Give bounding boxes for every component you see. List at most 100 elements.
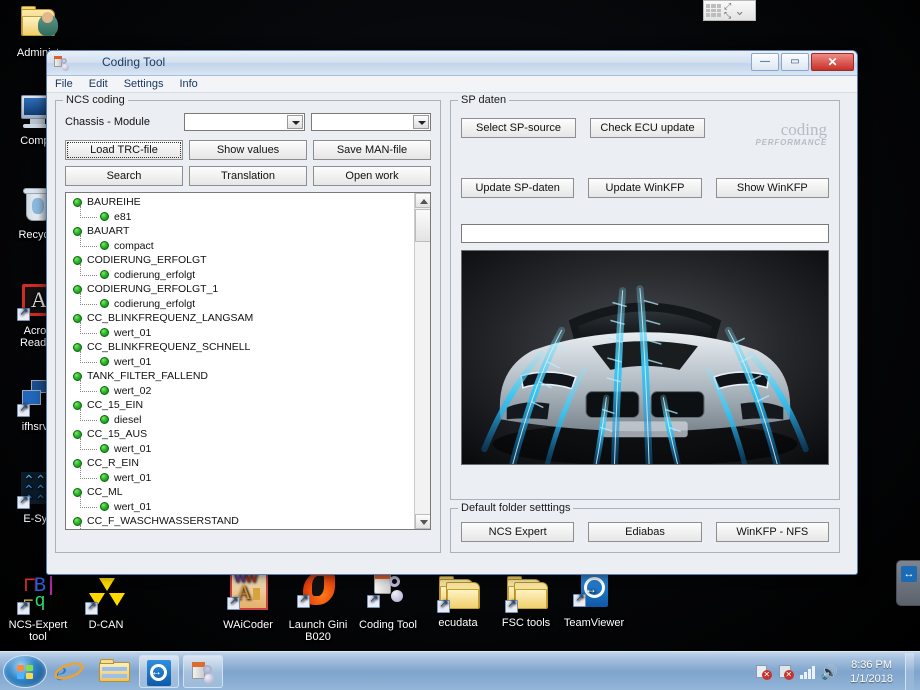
chevron-down-icon[interactable]: ⌄ [734, 4, 745, 17]
chevron-down-icon[interactable] [412, 115, 429, 129]
tree-node-child[interactable]: wert_01 [66, 524, 414, 529]
tree-scrollbar[interactable] [414, 193, 430, 529]
taskbar-item-windows-explorer[interactable] [95, 655, 135, 688]
maximize-button[interactable]: ▭ [781, 53, 809, 71]
clock[interactable]: 8:36 PM 1/1/2018 [844, 658, 899, 686]
show-winkfp-button[interactable]: Show WinKFP [715, 178, 829, 198]
ediabas-button[interactable]: Ediabas [588, 522, 702, 542]
windows-start-orb-icon[interactable] [3, 654, 47, 688]
tree-node-parent[interactable]: CC_BLINKFREQUENZ_SCHNELL [66, 340, 414, 355]
tree-node-parent[interactable]: CODIERUNG_ERFOLGT_1 [66, 282, 414, 297]
taskbar: e ↔ ✕ ✕ 🔊 8:36 PM 1/1/2018 [0, 651, 920, 690]
tree-node-child[interactable]: wert_01 [66, 321, 414, 341]
teamviewer-edge-widget[interactable]: ↔ [896, 560, 920, 606]
tree-node-child[interactable]: e81 [66, 205, 414, 225]
tree-node-parent[interactable]: TANK_FILTER_FALLEND [66, 369, 414, 384]
menu-item-settings[interactable]: Settings [124, 78, 164, 90]
tree-node-value: compact [114, 239, 154, 252]
fullscreen-icon[interactable]: ⤢ ⤡ [724, 1, 731, 20]
tree-node-parent[interactable]: CC_F_WASCHWASSERSTAND [66, 514, 414, 529]
desktop-icon-coding-tool[interactable]: Coding Tool [352, 570, 424, 631]
desktop-icon-label: Launch Gini B020 [288, 619, 348, 643]
tree-bullet-icon [100, 212, 109, 222]
desktop-icon-d-can[interactable]: D-CAN [70, 576, 142, 631]
tree-node-parent[interactable]: CC_15_EIN [66, 398, 414, 413]
desktop-icon-launch-gini[interactable]: Launch Gini B020 [282, 570, 354, 643]
tree-node-parent[interactable]: BAUREIHE [66, 195, 414, 210]
scroll-up-arrow-icon[interactable] [415, 193, 430, 208]
scrollbar-thumb[interactable] [415, 209, 430, 242]
safely-remove-icon[interactable]: ✕ [778, 664, 794, 680]
user-folder-icon [17, 4, 59, 44]
waicoder-icon: W W A [227, 570, 269, 616]
default-folder-button-row: NCS Expert Ediabas WinKFP - NFS [461, 522, 829, 542]
tree-node-child[interactable]: wert_01 [66, 466, 414, 486]
coding-tool-window: ... Coding Tool — ▭ ✕ File Edit Settings… [46, 50, 858, 575]
update-winkfp-button[interactable]: Update WinKFP [588, 178, 702, 198]
taskbar-item-internet-explorer[interactable]: e [51, 655, 91, 688]
update-sp-daten-button[interactable]: Update SP-daten [461, 178, 575, 198]
menu-item-info[interactable]: Info [179, 78, 197, 90]
left-panel: NCS coding Chassis - Module Load TRC-fil… [55, 94, 441, 566]
action-center-icon[interactable]: ✕ [755, 664, 772, 680]
tree-node-parent[interactable]: CC_BLINKFREQUENZ_LANGSAM [66, 311, 414, 326]
save-man-file-button[interactable]: Save MAN-file [313, 140, 431, 160]
coding-tree-items: BAUREIHE e81 BAUART compact CODIERUNG_ERFOLG… [66, 195, 414, 529]
close-button[interactable]: ✕ [811, 53, 854, 71]
scroll-down-arrow-icon[interactable] [415, 514, 430, 529]
tree-node-parent[interactable]: CC_15_AUS [66, 427, 414, 442]
tree-node-child[interactable]: wert_01 [66, 495, 414, 515]
volume-icon[interactable]: 🔊 [821, 665, 838, 679]
capture-toolbar[interactable]: ⤢ ⤡ ⌄ [703, 0, 756, 21]
taskbar-item-coding-tool[interactable] [183, 654, 223, 688]
sp-daten-group: SP daten coding PERFORMANCE Select SP-so… [450, 94, 840, 500]
desktop-icon-waicoder[interactable]: W W A WAiCoder [212, 570, 284, 631]
show-desktop-button[interactable] [905, 652, 914, 690]
grid-dots-icon[interactable] [706, 4, 721, 17]
tree-node-child[interactable]: compact [66, 234, 414, 254]
menu-item-edit[interactable]: Edit [89, 78, 108, 90]
chevron-down-icon[interactable] [286, 115, 303, 129]
desktop-icon-teamviewer[interactable]: ↔ TeamViewer [558, 570, 630, 629]
tree-node-child[interactable]: wert_02 [66, 379, 414, 399]
check-ecu-update-button[interactable]: Check ECU update [590, 118, 705, 138]
winkfp-nfs-button[interactable]: WinKFP - NFS [715, 522, 829, 542]
tree-bullet-icon [100, 473, 109, 483]
tree-node-parent[interactable]: CC_R_EIN [66, 456, 414, 471]
tree-node-child[interactable]: diesel [66, 408, 414, 428]
sp-status-field[interactable] [461, 224, 829, 243]
desktop: Administ Compu Recycle A Acrob Reader [0, 0, 920, 651]
desktop-icon-fsc-tools[interactable]: FSC tools [490, 574, 562, 629]
menu-item-file[interactable]: File [55, 78, 73, 90]
chassis-combo[interactable] [184, 113, 305, 131]
module-combo[interactable] [310, 113, 431, 131]
taskbar-item-teamviewer[interactable]: ↔ [139, 654, 179, 688]
teamviewer-icon: ↔ [573, 570, 615, 614]
desktop-icon-label: TeamViewer [563, 617, 625, 629]
load-trc-file-button[interactable]: Load TRC-file [65, 140, 183, 160]
tree-node-parent[interactable]: CC_ML [66, 485, 414, 500]
translation-button[interactable]: Translation [189, 166, 307, 186]
select-sp-source-button[interactable]: Select SP-source [461, 118, 576, 138]
tree-node-child[interactable]: wert_01 [66, 437, 414, 457]
clock-time: 8:36 PM [851, 658, 893, 671]
desktop-icon-label: D-CAN [88, 619, 124, 631]
minimize-button[interactable]: — [751, 53, 779, 71]
show-values-button[interactable]: Show values [189, 140, 307, 160]
window-titlebar[interactable]: ... Coding Tool — ▭ ✕ [47, 51, 857, 76]
bmw-concept-car-image [462, 251, 828, 464]
tree-node-parent[interactable]: CODIERUNG_ERFOLGT [66, 253, 414, 268]
desktop-icon-ncs-expert-tool[interactable]: ⊓ B | ⌐ q NCS-Expert tool [2, 576, 74, 644]
tree-node-child[interactable]: codierung_erfolgt [66, 263, 414, 283]
desktop-icon-ecudata[interactable]: ecudata [422, 574, 494, 629]
tree-node-label: CC_BLINKFREQUENZ_LANGSAM [87, 312, 254, 325]
ncs-expert-button[interactable]: NCS Expert [461, 522, 575, 542]
tree-node-child[interactable]: codierung_erfolgt [66, 292, 414, 312]
network-icon[interactable] [799, 665, 815, 679]
tree-node-parent[interactable]: BAUART [66, 224, 414, 239]
open-work-button[interactable]: Open work [313, 166, 431, 186]
tree-node-child[interactable]: wert_01 [66, 350, 414, 370]
search-button[interactable]: Search [65, 166, 183, 186]
coding-tree-view[interactable]: BAUREIHE e81 BAUART compact CODIERUNG_ERFOLG… [65, 192, 431, 530]
concept-car-image [461, 250, 829, 465]
